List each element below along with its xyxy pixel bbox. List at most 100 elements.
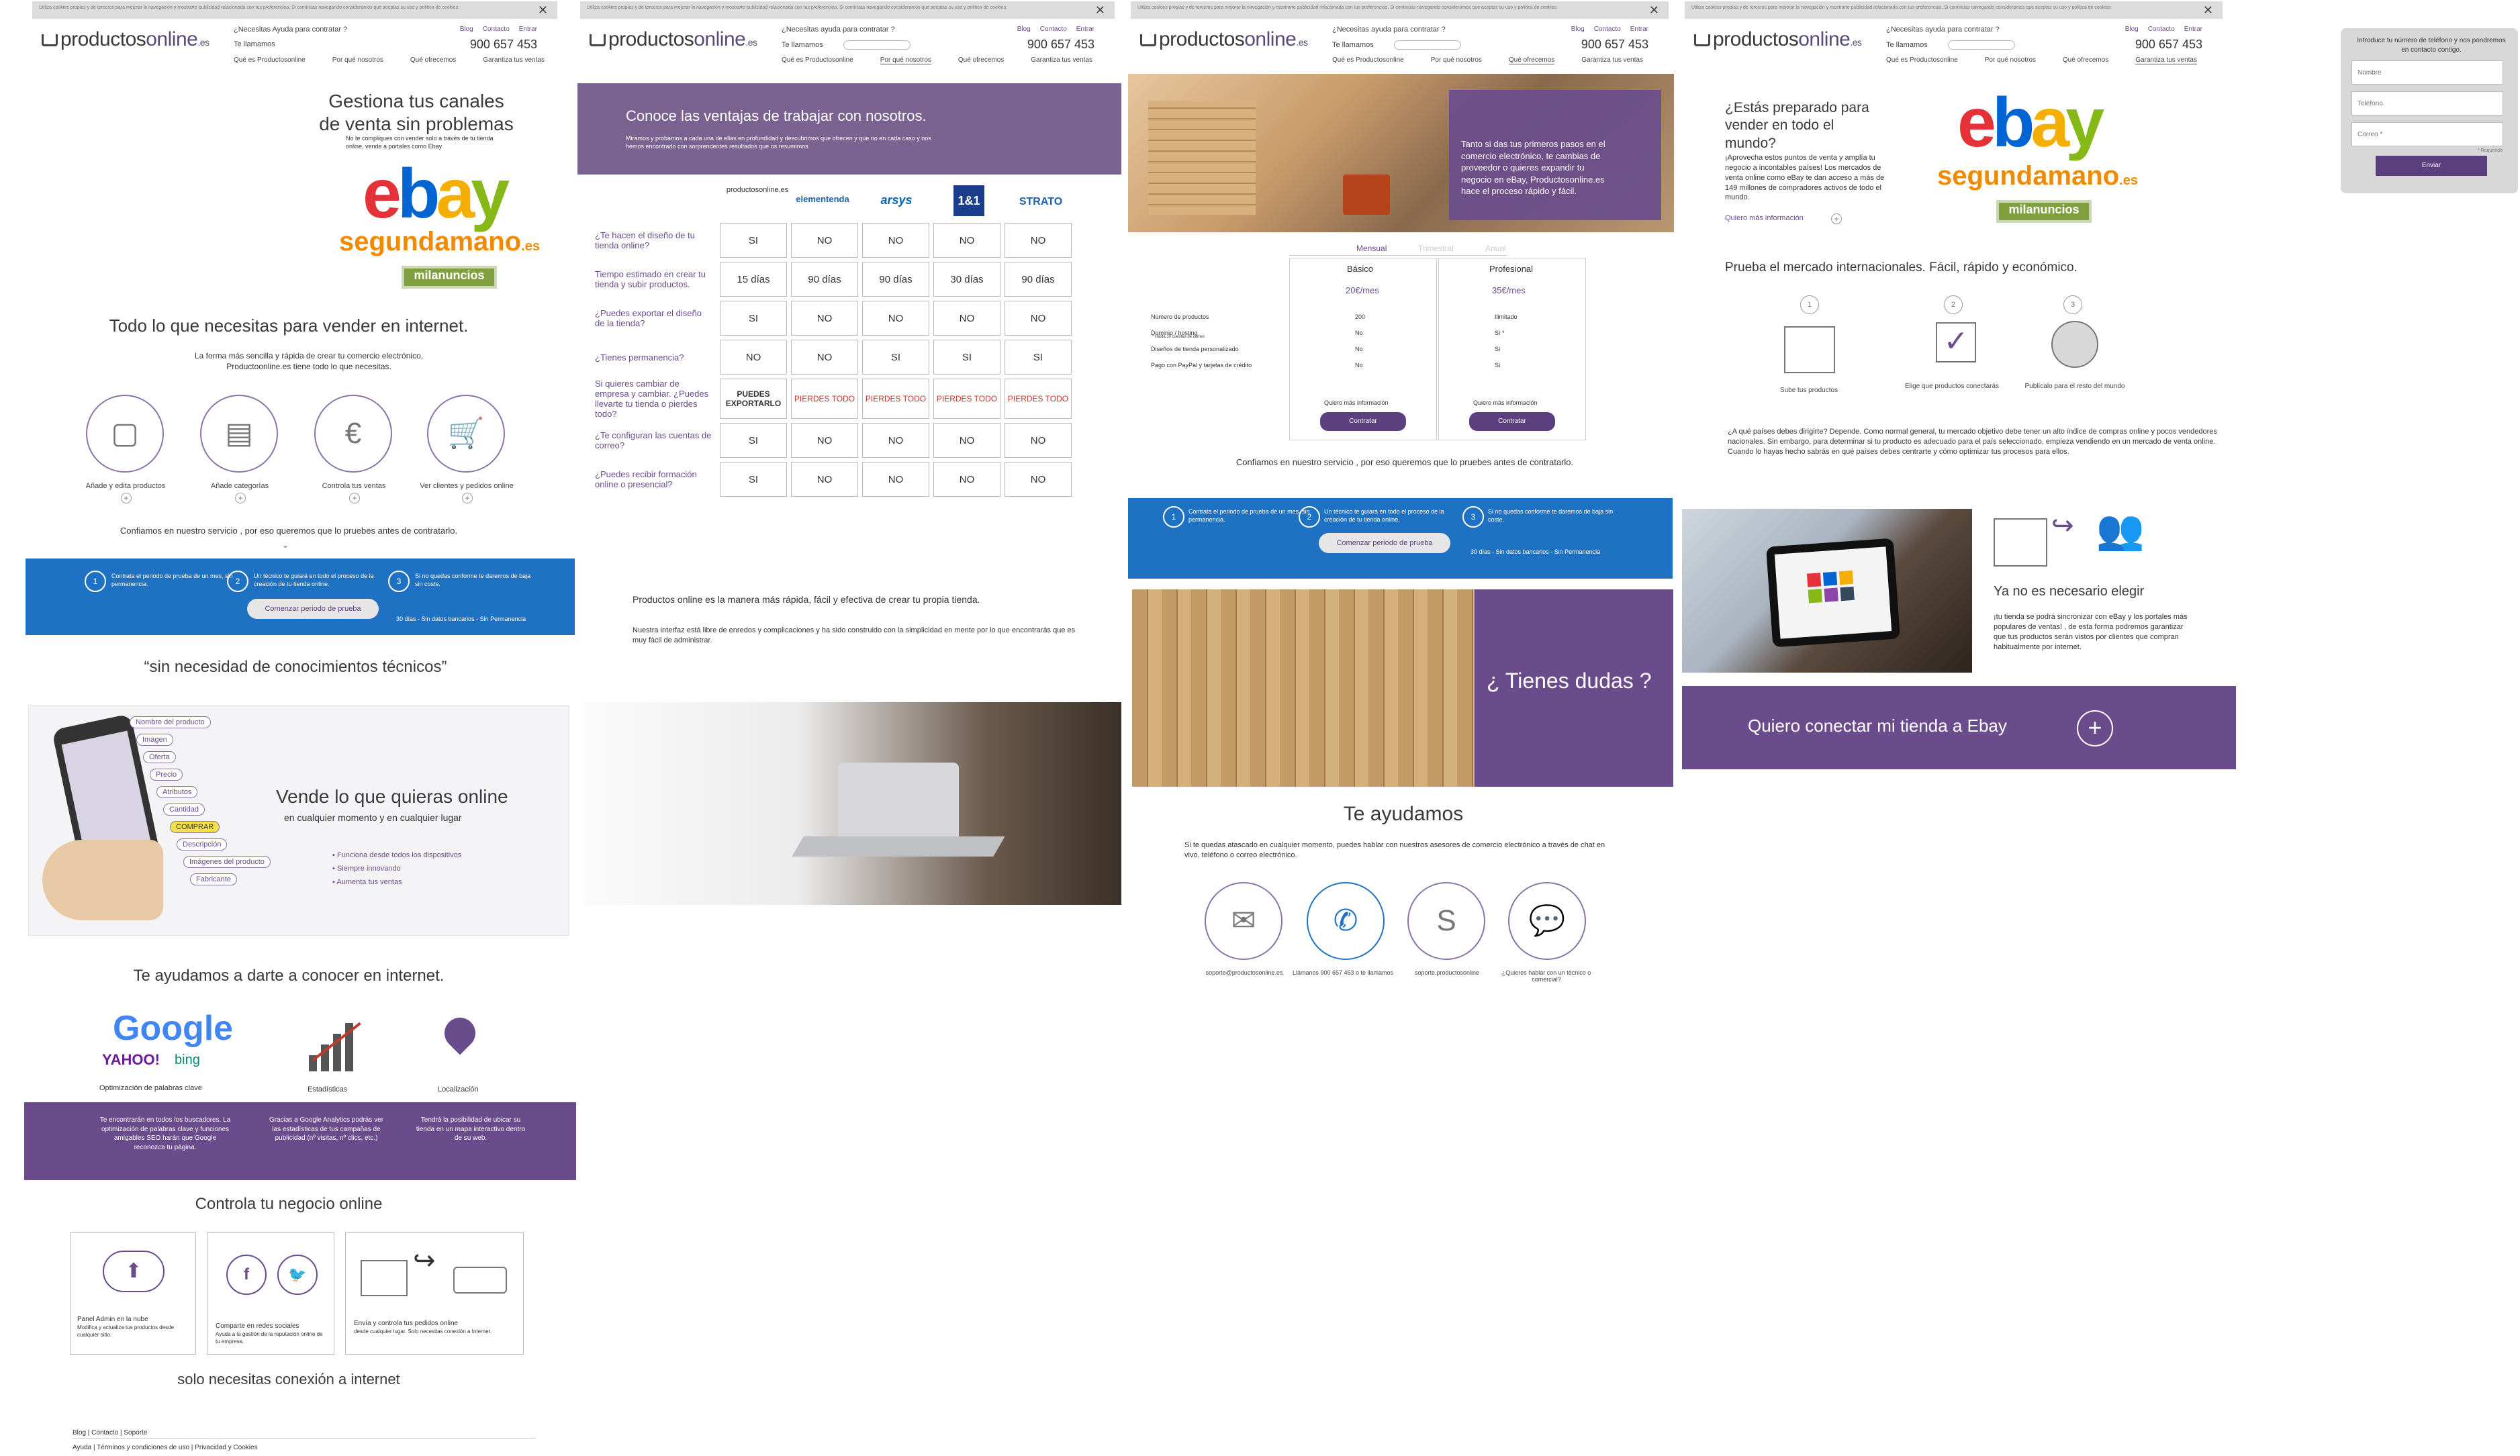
- call-me-link[interactable]: Te llamamos: [1332, 40, 1461, 50]
- chat-contact[interactable]: 💬: [1508, 882, 1586, 960]
- login-link[interactable]: Entrar: [1630, 26, 1648, 33]
- field-tag: Precio: [150, 769, 183, 781]
- login-link[interactable]: Entrar: [1076, 26, 1094, 33]
- blog-link[interactable]: Blog: [2125, 26, 2139, 33]
- nav-guarantee[interactable]: Garantiza tus ventas: [2135, 56, 2197, 64]
- social-card[interactable]: f 🐦 Comparte en redes sociales Ayuda a l…: [207, 1232, 334, 1355]
- admin-card[interactable]: ⬆ Panel Admin en la nube Modifica y actu…: [70, 1232, 196, 1355]
- nav-offer[interactable]: Qué ofrecemos: [2063, 56, 2108, 64]
- nav-why[interactable]: Por qué nosotros: [332, 56, 383, 64]
- logo[interactable]: productosonline.es: [42, 28, 209, 51]
- plan-info-link[interactable]: Quiero más información: [1473, 399, 1538, 407]
- login-link[interactable]: Entrar: [519, 26, 537, 33]
- choose-text: ¡tu tienda se podrá sincronizar con eBay…: [1994, 613, 2188, 651]
- tab-monthly[interactable]: Mensual: [1356, 243, 1387, 254]
- logo[interactable]: productosonline.es: [590, 28, 757, 51]
- plus-icon[interactable]: +: [1831, 213, 1842, 224]
- nav-why[interactable]: Por qué nosotros: [1985, 56, 2036, 64]
- email-contact[interactable]: ✉: [1205, 882, 1282, 960]
- call-me-link[interactable]: Te llamamos: [234, 40, 275, 48]
- phone-input[interactable]: [1947, 40, 2015, 50]
- nav-offer[interactable]: Qué ofrecemos: [410, 56, 456, 64]
- nav-guarantee[interactable]: Garantiza tus ventas: [1581, 56, 1643, 64]
- blog-link[interactable]: Blog: [1571, 26, 1585, 33]
- seo-item[interactable]: Estadísticas: [308, 1085, 347, 1095]
- shipping-card[interactable]: ↪ Envía y controla tus pedidos online de…: [345, 1232, 524, 1355]
- tab-annual[interactable]: Anual: [1485, 243, 1506, 254]
- phone-number[interactable]: 900 657 453: [1027, 38, 1094, 52]
- trial-button[interactable]: Comenzar periodo de prueba: [247, 599, 379, 619]
- send-button[interactable]: Enviar: [2376, 156, 2487, 176]
- contact-link[interactable]: Contacto: [1040, 26, 1067, 33]
- plus-icon[interactable]: +: [349, 493, 360, 503]
- feature-sales[interactable]: €: [314, 395, 392, 473]
- trial-button[interactable]: Comenzar periodo de prueba: [1319, 533, 1450, 553]
- plus-icon[interactable]: +: [235, 493, 246, 503]
- email-field[interactable]: [2351, 122, 2503, 146]
- phone-number[interactable]: 900 657 453: [1581, 38, 1648, 52]
- feature-products[interactable]: ▢: [86, 395, 164, 473]
- skype-contact[interactable]: S: [1407, 882, 1485, 960]
- nav-guarantee[interactable]: Garantiza tus ventas: [1031, 56, 1092, 64]
- arrow-icon: ↪: [2051, 511, 2074, 540]
- footer-link[interactable]: Blog: [73, 1429, 86, 1437]
- call-me-link[interactable]: Te llamamos: [1886, 40, 2015, 50]
- phone-input[interactable]: [843, 40, 911, 50]
- nav-why[interactable]: Por qué nosotros: [1431, 56, 1482, 64]
- nav-what[interactable]: Qué es Productosonline: [1886, 56, 1958, 64]
- phone-input[interactable]: [1393, 40, 1461, 50]
- footer-link[interactable]: Contacto: [91, 1429, 118, 1437]
- phone-number[interactable]: 900 657 453: [2135, 38, 2202, 52]
- footer-link[interactable]: Términos y condiciones de uso: [97, 1444, 189, 1451]
- footer-link[interactable]: Soporte: [124, 1429, 147, 1437]
- close-icon[interactable]: ✕: [1649, 3, 1659, 17]
- footer-link[interactable]: Privacidad y Cookies: [195, 1444, 257, 1451]
- footer-link[interactable]: Ayuda: [73, 1444, 91, 1451]
- step-number: 2: [1299, 506, 1320, 528]
- nav-what[interactable]: Qué es Productosonline: [234, 56, 306, 64]
- plus-icon[interactable]: +: [462, 493, 473, 503]
- contact-link[interactable]: Contacto: [1594, 26, 1621, 33]
- facebook-icon[interactable]: f: [226, 1255, 267, 1295]
- plus-icon[interactable]: +: [2077, 710, 2113, 746]
- contract-button[interactable]: Contratar: [1320, 412, 1406, 431]
- nav-what[interactable]: Qué es Productosonline: [1332, 56, 1404, 64]
- close-icon[interactable]: ✕: [2203, 3, 2213, 17]
- nav-offer[interactable]: Qué ofrecemos: [958, 56, 1004, 64]
- contract-button[interactable]: Contratar: [1469, 412, 1555, 431]
- nav-what[interactable]: Qué es Productosonline: [782, 56, 853, 64]
- close-icon[interactable]: ✕: [538, 3, 548, 17]
- market-title: Prueba el mercado internacionales. Fácil…: [1725, 260, 2078, 275]
- feature-categories[interactable]: ▤: [200, 395, 278, 473]
- plus-icon[interactable]: +: [121, 493, 132, 503]
- seo-item[interactable]: Optimización de palabras clave: [99, 1083, 202, 1094]
- chevron-down-icon[interactable]: ⌄: [282, 540, 289, 550]
- nav-guarantee[interactable]: Garantiza tus ventas: [483, 56, 545, 64]
- blog-link[interactable]: Blog: [460, 26, 473, 33]
- call-me-link[interactable]: Te llamamos: [782, 40, 911, 50]
- card-text: Modifica y actualiza tus productos desde…: [77, 1324, 175, 1338]
- plan-info-link[interactable]: Quiero más información: [1324, 399, 1389, 407]
- twitter-icon[interactable]: 🐦: [277, 1255, 318, 1295]
- box-icon: [1994, 518, 2047, 567]
- help-text: ¿Necesitas ayuda para contratar ?: [1886, 26, 2000, 34]
- more-info-link[interactable]: Quiero más información: [1725, 213, 1804, 224]
- contact-link[interactable]: Contacto: [483, 26, 510, 33]
- nav-offer[interactable]: Qué ofrecemos: [1508, 56, 1555, 64]
- banner-text: Miramos y probamos a cada una de ellas e…: [626, 135, 931, 150]
- connect-cta[interactable]: Quiero conectar mi tienda a Ebay +: [1682, 686, 2236, 769]
- phone-field[interactable]: [2351, 91, 2503, 115]
- blog-link[interactable]: Blog: [1017, 26, 1031, 33]
- phone-contact[interactable]: ✆: [1307, 882, 1385, 960]
- phone-number[interactable]: 900 657 453: [470, 38, 537, 52]
- login-link[interactable]: Entrar: [2184, 26, 2202, 33]
- close-icon[interactable]: ✕: [1095, 3, 1105, 17]
- logo[interactable]: productosonline.es: [1694, 28, 1862, 51]
- name-field[interactable]: [2351, 60, 2503, 85]
- logo[interactable]: productosonline.es: [1140, 28, 1308, 51]
- tab-quarterly[interactable]: Trimestral: [1418, 243, 1454, 254]
- feature-clients[interactable]: 🛒: [427, 395, 505, 473]
- seo-item[interactable]: Localización: [438, 1085, 479, 1095]
- contact-link[interactable]: Contacto: [2148, 26, 2175, 33]
- nav-why[interactable]: Por qué nosotros: [880, 56, 931, 64]
